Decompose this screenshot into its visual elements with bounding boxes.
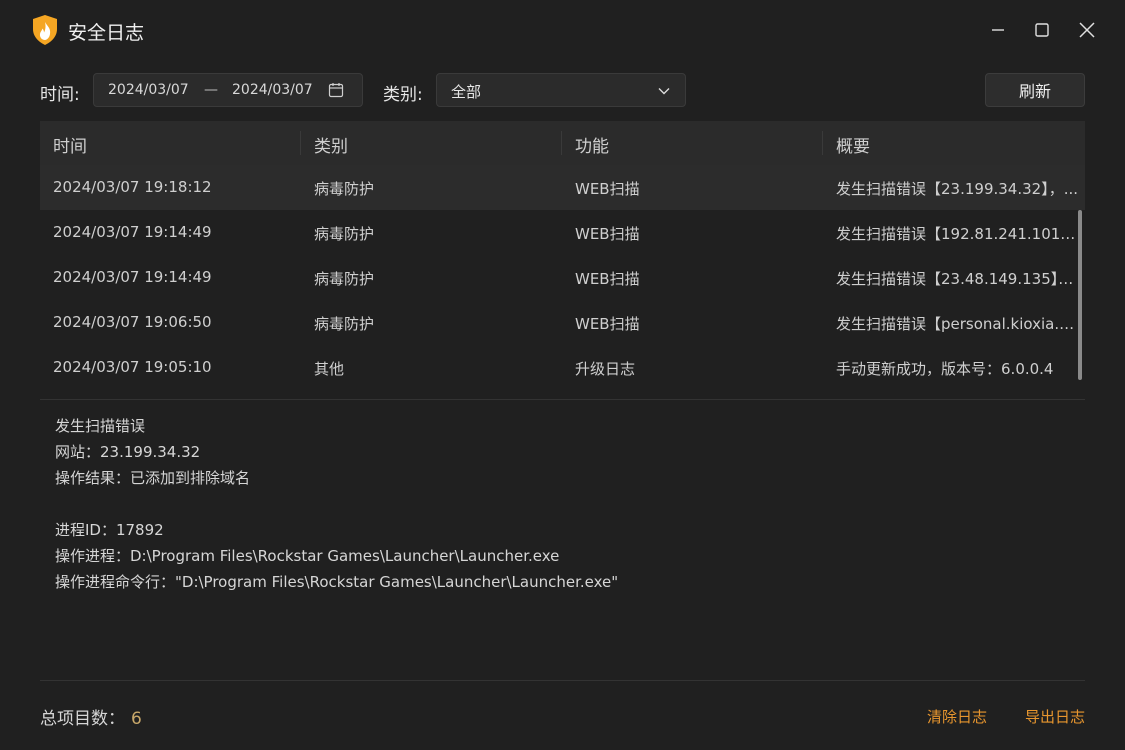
detail-line: 进程ID：17892 [55,521,164,539]
date-end[interactable]: 2024/03/07 [232,82,313,98]
date-range-picker[interactable]: 2024/03/07 — 2024/03/07 [93,73,363,107]
export-log-link[interactable]: 导出日志 [1025,706,1085,727]
column-header-category[interactable]: 类别 [314,132,559,157]
close-button[interactable] [1069,14,1105,46]
cell-summary: 发生扫描错误【personal.kioxia.co... [836,315,1078,333]
detail-line: 发生扫描错误 [55,417,146,435]
maximize-button[interactable] [1024,14,1060,46]
column-header-summary[interactable]: 概要 [836,132,1078,157]
total-items-count: 6 [131,709,142,729]
shield-flame-icon [33,15,57,45]
security-log-window: 安全日志 时间: 2024/03/07 — 2024/03/07 类别: 全部 … [0,0,1125,750]
category-select[interactable]: 全部 [436,73,686,107]
cell-summary: 发生扫描错误【192.81.241.101】... [836,225,1078,243]
column-divider[interactable] [300,131,301,155]
cell-time: 2024/03/07 19:06:50 [53,313,212,331]
column-header-function[interactable]: 功能 [575,132,820,157]
detail-line: 网站：23.199.34.32 [55,443,201,461]
cell-summary: 手动更新成功，版本号：6.0.0.4 [836,360,1054,378]
log-table: 时间 类别 功能 概要 2024/03/07 19:18:12 病毒防护 WEB… [40,121,1085,390]
column-divider[interactable] [561,131,562,155]
category-select-value: 全部 [451,83,482,101]
cell-category: 病毒防护 [314,180,375,198]
cell-summary: 发生扫描错误【23.199.34.32】，... [836,180,1078,198]
minimize-button[interactable] [980,14,1016,46]
cell-time: 2024/03/07 19:18:12 [53,178,212,196]
refresh-button[interactable]: 刷新 [985,73,1085,107]
table-header: 时间 类别 功能 概要 [40,121,1085,165]
date-separator: — [204,82,218,98]
table-scrollbar[interactable] [1078,210,1082,380]
table-row[interactable]: 2024/03/07 19:14:49 病毒防护 WEB扫描 发生扫描错误【19… [40,210,1085,255]
category-filter-label: 类别: [383,85,423,105]
close-icon [1079,22,1095,38]
cell-category: 其他 [314,360,345,378]
cell-category: 病毒防护 [314,270,375,288]
cell-summary: 发生扫描错误【23.48.149.135】，... [836,270,1078,288]
date-start[interactable]: 2024/03/07 [108,82,189,98]
table-row[interactable]: 2024/03/07 19:14:49 病毒防护 WEB扫描 发生扫描错误【23… [40,255,1085,300]
time-filter-label: 时间: [40,85,80,105]
column-header-time[interactable]: 时间 [53,132,298,157]
details-divider [40,399,1085,400]
cell-function: WEB扫描 [575,180,640,198]
cell-function: WEB扫描 [575,270,640,288]
log-details-panel: 发生扫描错误 网站：23.199.34.32 操作结果：已添加到排除域名 进程I… [55,413,618,595]
cell-function: WEB扫描 [575,315,640,333]
minimize-icon [992,29,1004,31]
detail-line: 操作进程命令行："D:\Program Files\Rockstar Games… [55,573,619,591]
cell-function: 升级日志 [575,360,636,378]
cell-category: 病毒防护 [314,225,375,243]
table-row[interactable]: 2024/03/07 19:18:12 病毒防护 WEB扫描 发生扫描错误【23… [40,165,1085,210]
cell-category: 病毒防护 [314,315,375,333]
footer-divider [40,680,1085,681]
cell-time: 2024/03/07 19:14:49 [53,223,212,241]
maximize-icon [1035,23,1049,37]
table-row[interactable]: 2024/03/07 19:06:50 病毒防护 WEB扫描 发生扫描错误【pe… [40,300,1085,345]
total-items: 总项目数： 6 [40,704,142,729]
window-title: 安全日志 [68,22,145,44]
title-bar: 安全日志 [0,0,1125,60]
cell-time: 2024/03/07 19:14:49 [53,268,212,286]
detail-line [55,491,618,517]
cell-time: 2024/03/07 19:05:10 [53,358,212,376]
cell-function: WEB扫描 [575,225,640,243]
table-row[interactable]: 2024/03/07 19:05:10 其他 升级日志 手动更新成功，版本号：6… [40,345,1085,390]
detail-line: 操作进程：D:\Program Files\Rockstar Games\Lau… [55,547,560,565]
column-divider[interactable] [822,131,823,155]
detail-line: 操作结果：已添加到排除域名 [55,469,251,487]
total-items-label: 总项目数： [40,709,125,729]
chevron-down-icon [658,88,670,95]
clear-log-link[interactable]: 清除日志 [927,706,987,727]
calendar-icon[interactable] [328,82,344,98]
